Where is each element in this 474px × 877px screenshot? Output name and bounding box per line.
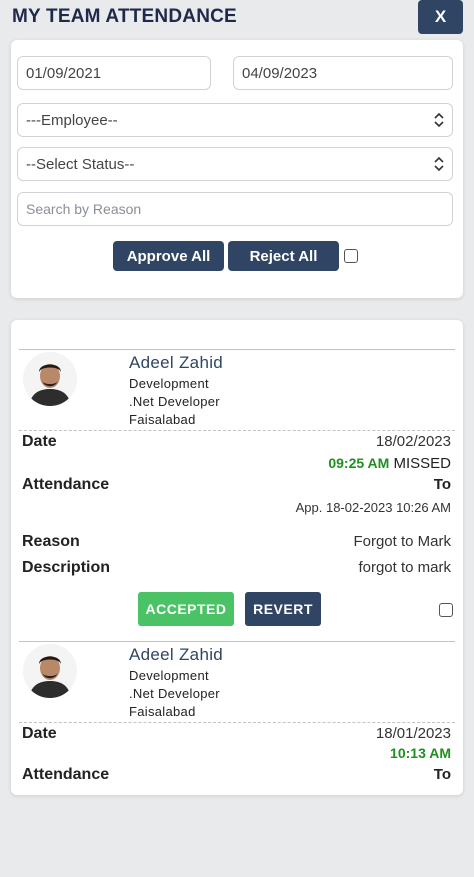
list-item: Adeel Zahid Development .Net Developer F…	[11, 640, 463, 795]
close-button[interactable]: X	[418, 0, 463, 34]
approve-all-button[interactable]: Approve All	[113, 241, 224, 271]
attendance-status: MISSED	[393, 455, 451, 472]
date-label: Date	[22, 725, 57, 742]
person-avatar-icon	[23, 644, 77, 698]
to-label: To	[433, 476, 451, 493]
list-item: Adeel Zahid Development .Net Developer F…	[11, 320, 463, 642]
employee-department: Development	[129, 668, 209, 683]
attendance-time: 10:13 AM	[390, 745, 451, 761]
divider	[19, 349, 455, 350]
chevron-updown-icon	[434, 112, 444, 128]
divider	[19, 722, 455, 723]
attendance-list: Adeel Zahid Development .Net Developer F…	[11, 320, 463, 795]
header-bar: MY TEAM ATTENDANCE X	[0, 0, 474, 40]
chevron-updown-icon	[434, 156, 444, 172]
employee-name: Adeel Zahid	[129, 353, 224, 372]
date-from-input[interactable]: 01/09/2021	[17, 56, 211, 90]
attendance-label: Attendance	[22, 766, 110, 783]
revert-button[interactable]: REVERT	[245, 592, 321, 626]
date-to-input[interactable]: 04/09/2023	[233, 56, 453, 90]
employee-city: Faisalabad	[129, 704, 196, 719]
reject-all-button[interactable]: Reject All	[228, 241, 339, 271]
avatar	[23, 352, 77, 406]
employee-city: Faisalabad	[129, 412, 196, 427]
entry-checkbox[interactable]	[439, 603, 453, 617]
employee-name: Adeel Zahid	[129, 645, 224, 664]
status-select[interactable]: --Select Status--	[17, 147, 453, 181]
description-value: forgot to mark	[358, 559, 451, 576]
employee-designation: .Net Developer	[129, 686, 220, 701]
attendance-time-status: 10:13 AM	[390, 745, 451, 762]
reason-label: Reason	[22, 533, 80, 550]
approval-info: App. 18-02-2023 10:26 AM	[295, 500, 451, 515]
reason-value: Forgot to Mark	[353, 533, 451, 550]
divider	[19, 430, 455, 431]
avatar	[23, 644, 77, 698]
divider	[19, 641, 455, 642]
select-all-checkbox[interactable]	[344, 249, 358, 263]
status-select-value: --Select Status--	[26, 155, 135, 173]
employee-select[interactable]: ---Employee--	[17, 103, 453, 137]
description-label: Description	[22, 559, 111, 576]
filter-panel: 01/09/2021 04/09/2023 ---Employee-- --Se…	[11, 40, 463, 298]
to-label: To	[433, 766, 451, 783]
attendance-time: 09:25 AM	[328, 455, 390, 471]
attendance-label: Attendance	[22, 476, 110, 493]
employee-department: Development	[129, 376, 209, 391]
date-label: Date	[22, 433, 57, 450]
page-title: MY TEAM ATTENDANCE	[12, 6, 237, 27]
attendance-date: 18/01/2023	[375, 725, 451, 742]
employee-select-value: ---Employee--	[26, 111, 118, 129]
person-avatar-icon	[23, 352, 77, 406]
accepted-button[interactable]: ACCEPTED	[138, 592, 234, 626]
attendance-time-status: 09:25 AM MISSED	[328, 455, 451, 472]
employee-designation: .Net Developer	[129, 394, 220, 409]
reason-search-input[interactable]: Search by Reason	[17, 192, 453, 226]
attendance-date: 18/02/2023	[375, 433, 451, 450]
